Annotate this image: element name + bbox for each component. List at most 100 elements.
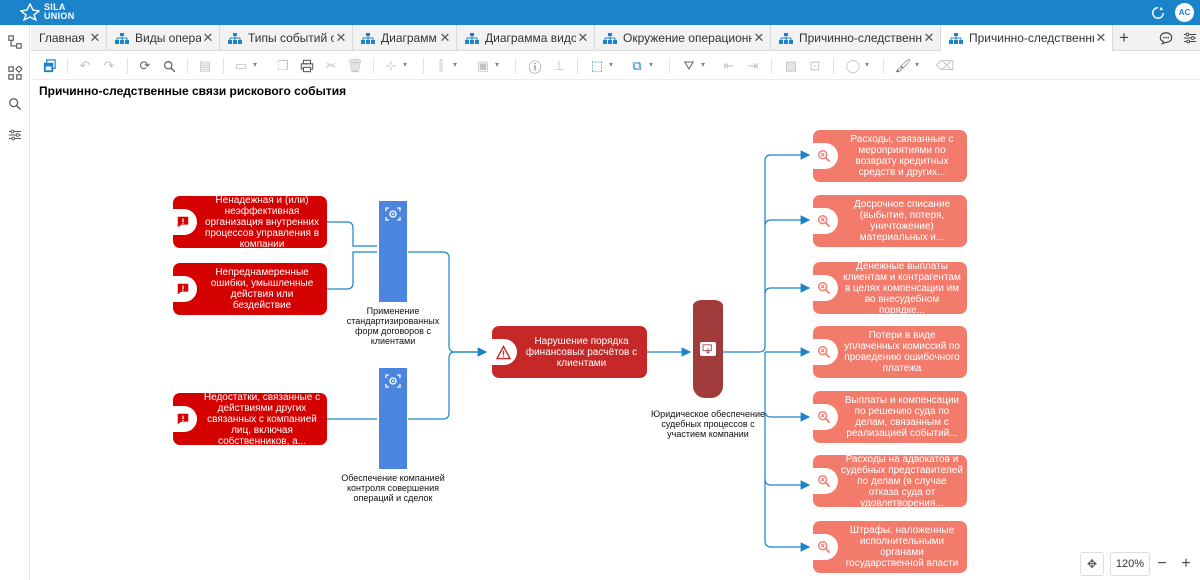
collapse-left-icon[interactable]: ⇤: [721, 58, 737, 74]
consequence-node[interactable]: Денежные выплаты клиентам и контрагентам…: [813, 262, 967, 314]
save-icon[interactable]: [41, 58, 57, 74]
consequence-node[interactable]: Потери в виде уплаченных комиссий по про…: [813, 326, 967, 378]
chevron-down-icon[interactable]: ▾: [915, 60, 919, 69]
arrange-icon[interactable]: ▣: [475, 58, 491, 74]
cut-icon[interactable]: ✂: [323, 58, 339, 74]
settings-sliders-icon[interactable]: [1183, 31, 1197, 45]
connector-to-consequence-2[interactable]: [764, 215, 811, 227]
tab-label: Причинно-следственны: [799, 31, 922, 45]
consequence-node[interactable]: Выплаты и компенсации по решению суда по…: [813, 391, 967, 443]
chevron-down-icon[interactable]: ▾: [453, 60, 457, 69]
align-icon[interactable]: ⫿: [433, 58, 449, 74]
tab-label: Окружение операционн: [623, 31, 752, 45]
paste-icon[interactable]: ▤: [197, 58, 213, 74]
redo-icon[interactable]: ↷: [101, 58, 117, 74]
print-icon[interactable]: [299, 58, 315, 74]
close-icon[interactable]: ✕: [576, 30, 590, 46]
chevron-down-icon[interactable]: ▾: [649, 60, 653, 69]
barrier-node[interactable]: [693, 300, 723, 398]
shape-icon[interactable]: ◯: [845, 58, 861, 74]
tab-diagram[interactable]: Диаграмм ✕: [353, 25, 457, 51]
close-icon[interactable]: ✕: [438, 30, 452, 46]
delete-icon[interactable]: 🗑: [347, 58, 364, 74]
cause-node[interactable]: Ненадежная и (или) неэффективная организ…: [169, 195, 327, 250]
tab-cause-effect-2[interactable]: Причинно-следственны ✕: [941, 25, 1113, 51]
close-icon[interactable]: ✕: [752, 30, 766, 46]
alert-message-icon: [169, 276, 197, 302]
connector-to-consequence-7[interactable]: [764, 479, 811, 552]
consequence-node[interactable]: Досрочное списание (выбытие, потеря, уни…: [813, 195, 967, 247]
chevron-down-icon[interactable]: ▾: [253, 60, 257, 69]
consequence-node[interactable]: Расходы на адвокатов и судебных представ…: [813, 455, 967, 507]
format-painter-icon[interactable]: 🖌: [895, 58, 912, 74]
barrier-label: Юридическое обеспечение судебных процесс…: [651, 409, 765, 439]
tab-operational-environment[interactable]: Окружение операционн ✕: [595, 25, 771, 51]
hierarchy-icon[interactable]: ⊥: [551, 58, 567, 74]
connector-to-consequence-6[interactable]: [764, 411, 811, 490]
close-icon[interactable]: ✕: [334, 30, 348, 46]
control-node[interactable]: [379, 201, 407, 302]
chevron-down-icon[interactable]: ▾: [701, 60, 705, 69]
close-icon[interactable]: ✕: [1094, 30, 1108, 46]
copy-icon[interactable]: ❐: [275, 58, 291, 74]
user-avatar[interactable]: AC: [1175, 3, 1194, 22]
add-to-selection-icon[interactable]: ⧉: [629, 58, 645, 74]
risk-event-node[interactable]: Нарушение порядка финансовых расчётов с …: [489, 326, 647, 378]
insert-element-icon[interactable]: ⊹: [383, 58, 399, 74]
text-frame-icon[interactable]: ⊡: [807, 58, 823, 74]
connector-to-consequence-5[interactable]: [764, 352, 811, 422]
eraser-icon[interactable]: ⌫: [936, 58, 954, 74]
widgets-icon[interactable]: [7, 65, 23, 81]
control-node[interactable]: [379, 368, 407, 469]
chevron-down-icon[interactable]: ▾: [609, 60, 613, 69]
close-icon[interactable]: ✕: [88, 30, 102, 46]
connector-barrier-consequences[interactable]: [723, 150, 811, 353]
image-icon[interactable]: ▨: [783, 58, 799, 74]
expand-right-icon[interactable]: ⇥: [745, 58, 761, 74]
diagram-toolbar: ↶ ↷ ⟳ ▤ ▭ ▾ ❐ ✂ 🗑 ⊹ ▾ ⫿ ▾ ▣ ▾ ⓘ ⊥ ⬚ ▾ ⧉ …: [31, 52, 1200, 80]
tab-event-types[interactable]: Типы событий о ✕: [220, 25, 353, 51]
move-icon[interactable]: ✥: [1080, 552, 1104, 576]
comments-icon[interactable]: [1159, 31, 1173, 45]
toolbar-divider: [187, 58, 188, 74]
diagram-icon: [465, 32, 479, 44]
tab-types-diagram[interactable]: Диаграмма видо ✕: [457, 25, 595, 51]
diagram-tree-icon[interactable]: [7, 34, 23, 50]
app-logo[interactable]: SILA UNION: [20, 3, 75, 21]
cause-node[interactable]: Недостатки, связанные с действиями други…: [169, 392, 327, 447]
close-icon[interactable]: ✕: [201, 30, 215, 46]
toolbar-divider: [67, 58, 68, 74]
add-tab-button[interactable]: +: [1119, 28, 1129, 48]
logo-icon: [20, 3, 40, 21]
tab-home[interactable]: Главная с ✕: [31, 25, 107, 51]
close-icon[interactable]: ✕: [922, 30, 936, 46]
refresh-status-icon[interactable]: [1151, 6, 1165, 20]
connector-to-consequence-3[interactable]: [764, 283, 811, 295]
chevron-down-icon[interactable]: ▾: [495, 60, 499, 69]
zoom-in-button[interactable]: +: [1176, 552, 1196, 576]
consequence-node[interactable]: Штрафы, наложенные исполнительными орган…: [813, 521, 967, 573]
connector-cause2[interactable]: [327, 251, 377, 290]
search-icon[interactable]: [7, 96, 23, 112]
connector-cause1[interactable]: [327, 221, 377, 247]
info-icon[interactable]: ⓘ: [527, 58, 543, 75]
undo-icon[interactable]: ↶: [77, 58, 93, 74]
diagram-canvas[interactable]: Ненадежная и (или) неэффективная организ…: [31, 100, 1200, 580]
consequence-node[interactable]: Расходы, связанные с мероприятиями по во…: [813, 130, 967, 182]
select-area-icon[interactable]: ⬚: [589, 58, 605, 74]
tab-operation-types[interactable]: Виды опера ✕: [107, 25, 220, 51]
control-target-icon: [385, 207, 401, 221]
refresh-icon[interactable]: ⟳: [137, 58, 153, 74]
zoom-search-icon[interactable]: [161, 58, 177, 74]
connector-control2-event[interactable]: [408, 351, 486, 420]
new-object-icon[interactable]: ▭: [233, 58, 249, 74]
cause-node[interactable]: Непреднамеренные ошибки, умышленные дейс…: [169, 263, 327, 315]
filters-icon[interactable]: [7, 127, 23, 143]
chevron-down-icon[interactable]: ▾: [403, 60, 407, 69]
zoom-out-button[interactable]: −: [1152, 552, 1172, 576]
zoom-level[interactable]: 120%: [1110, 552, 1150, 576]
tab-cause-effect-1[interactable]: Причинно-следственны ✕: [771, 25, 941, 51]
control-target-icon: [385, 374, 401, 388]
filter-icon[interactable]: ⛛: [681, 58, 697, 74]
chevron-down-icon[interactable]: ▾: [865, 60, 869, 69]
